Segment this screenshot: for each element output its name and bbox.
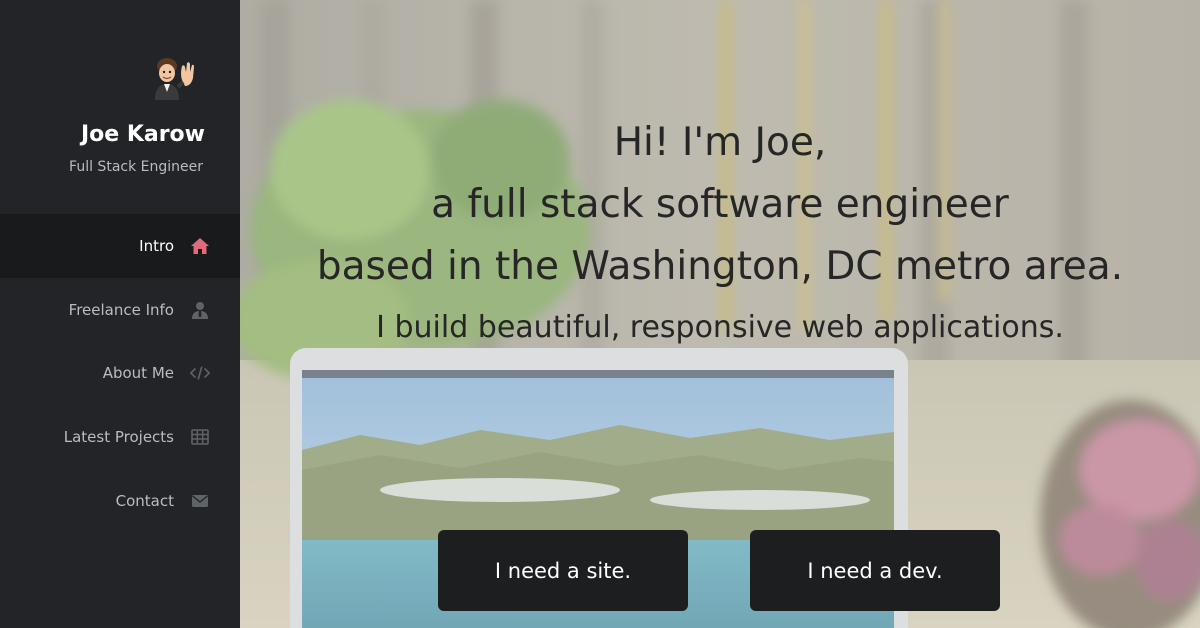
nav-item-label: Contact (115, 492, 174, 510)
need-site-button[interactable]: I need a site. (438, 530, 688, 611)
need-dev-button[interactable]: I need a dev. (750, 530, 1000, 611)
sidebar: Joe Karow Full Stack Engineer Intro Free… (0, 0, 240, 628)
nav-item-label: Freelance Info (68, 301, 174, 319)
user-tie-icon (190, 301, 210, 319)
hero-section: Hi! I'm Joe, a full stack software engin… (240, 0, 1200, 628)
nav-item-about-me[interactable]: About Me (0, 341, 240, 405)
headline-line-1: Hi! I'm Joe, (613, 120, 827, 165)
hero-headline: Hi! I'm Joe, a full stack software engin… (240, 112, 1200, 298)
home-icon (190, 237, 210, 255)
avatar (149, 54, 197, 100)
headline-line-3: based in the Washington, DC metro area. (316, 244, 1124, 289)
nav-item-label: Latest Projects (63, 428, 174, 446)
grid-icon (190, 428, 210, 446)
hero-tagline: I build beautiful, responsive web applic… (376, 310, 1064, 345)
profile-name: Joe Karow (80, 122, 205, 147)
nav-item-label: About Me (102, 364, 174, 382)
envelope-icon (190, 492, 210, 510)
nav-item-freelance-info[interactable]: Freelance Info (0, 278, 240, 342)
nav-item-label: Intro (139, 237, 174, 255)
nav-item-intro[interactable]: Intro (0, 214, 240, 278)
nav-item-contact[interactable]: Contact (0, 469, 240, 533)
nav-item-latest-projects[interactable]: Latest Projects (0, 405, 240, 469)
profile-role: Full Stack Engineer (69, 159, 203, 175)
code-icon (190, 364, 210, 382)
headline-line-2: a full stack software engineer (431, 182, 1009, 227)
